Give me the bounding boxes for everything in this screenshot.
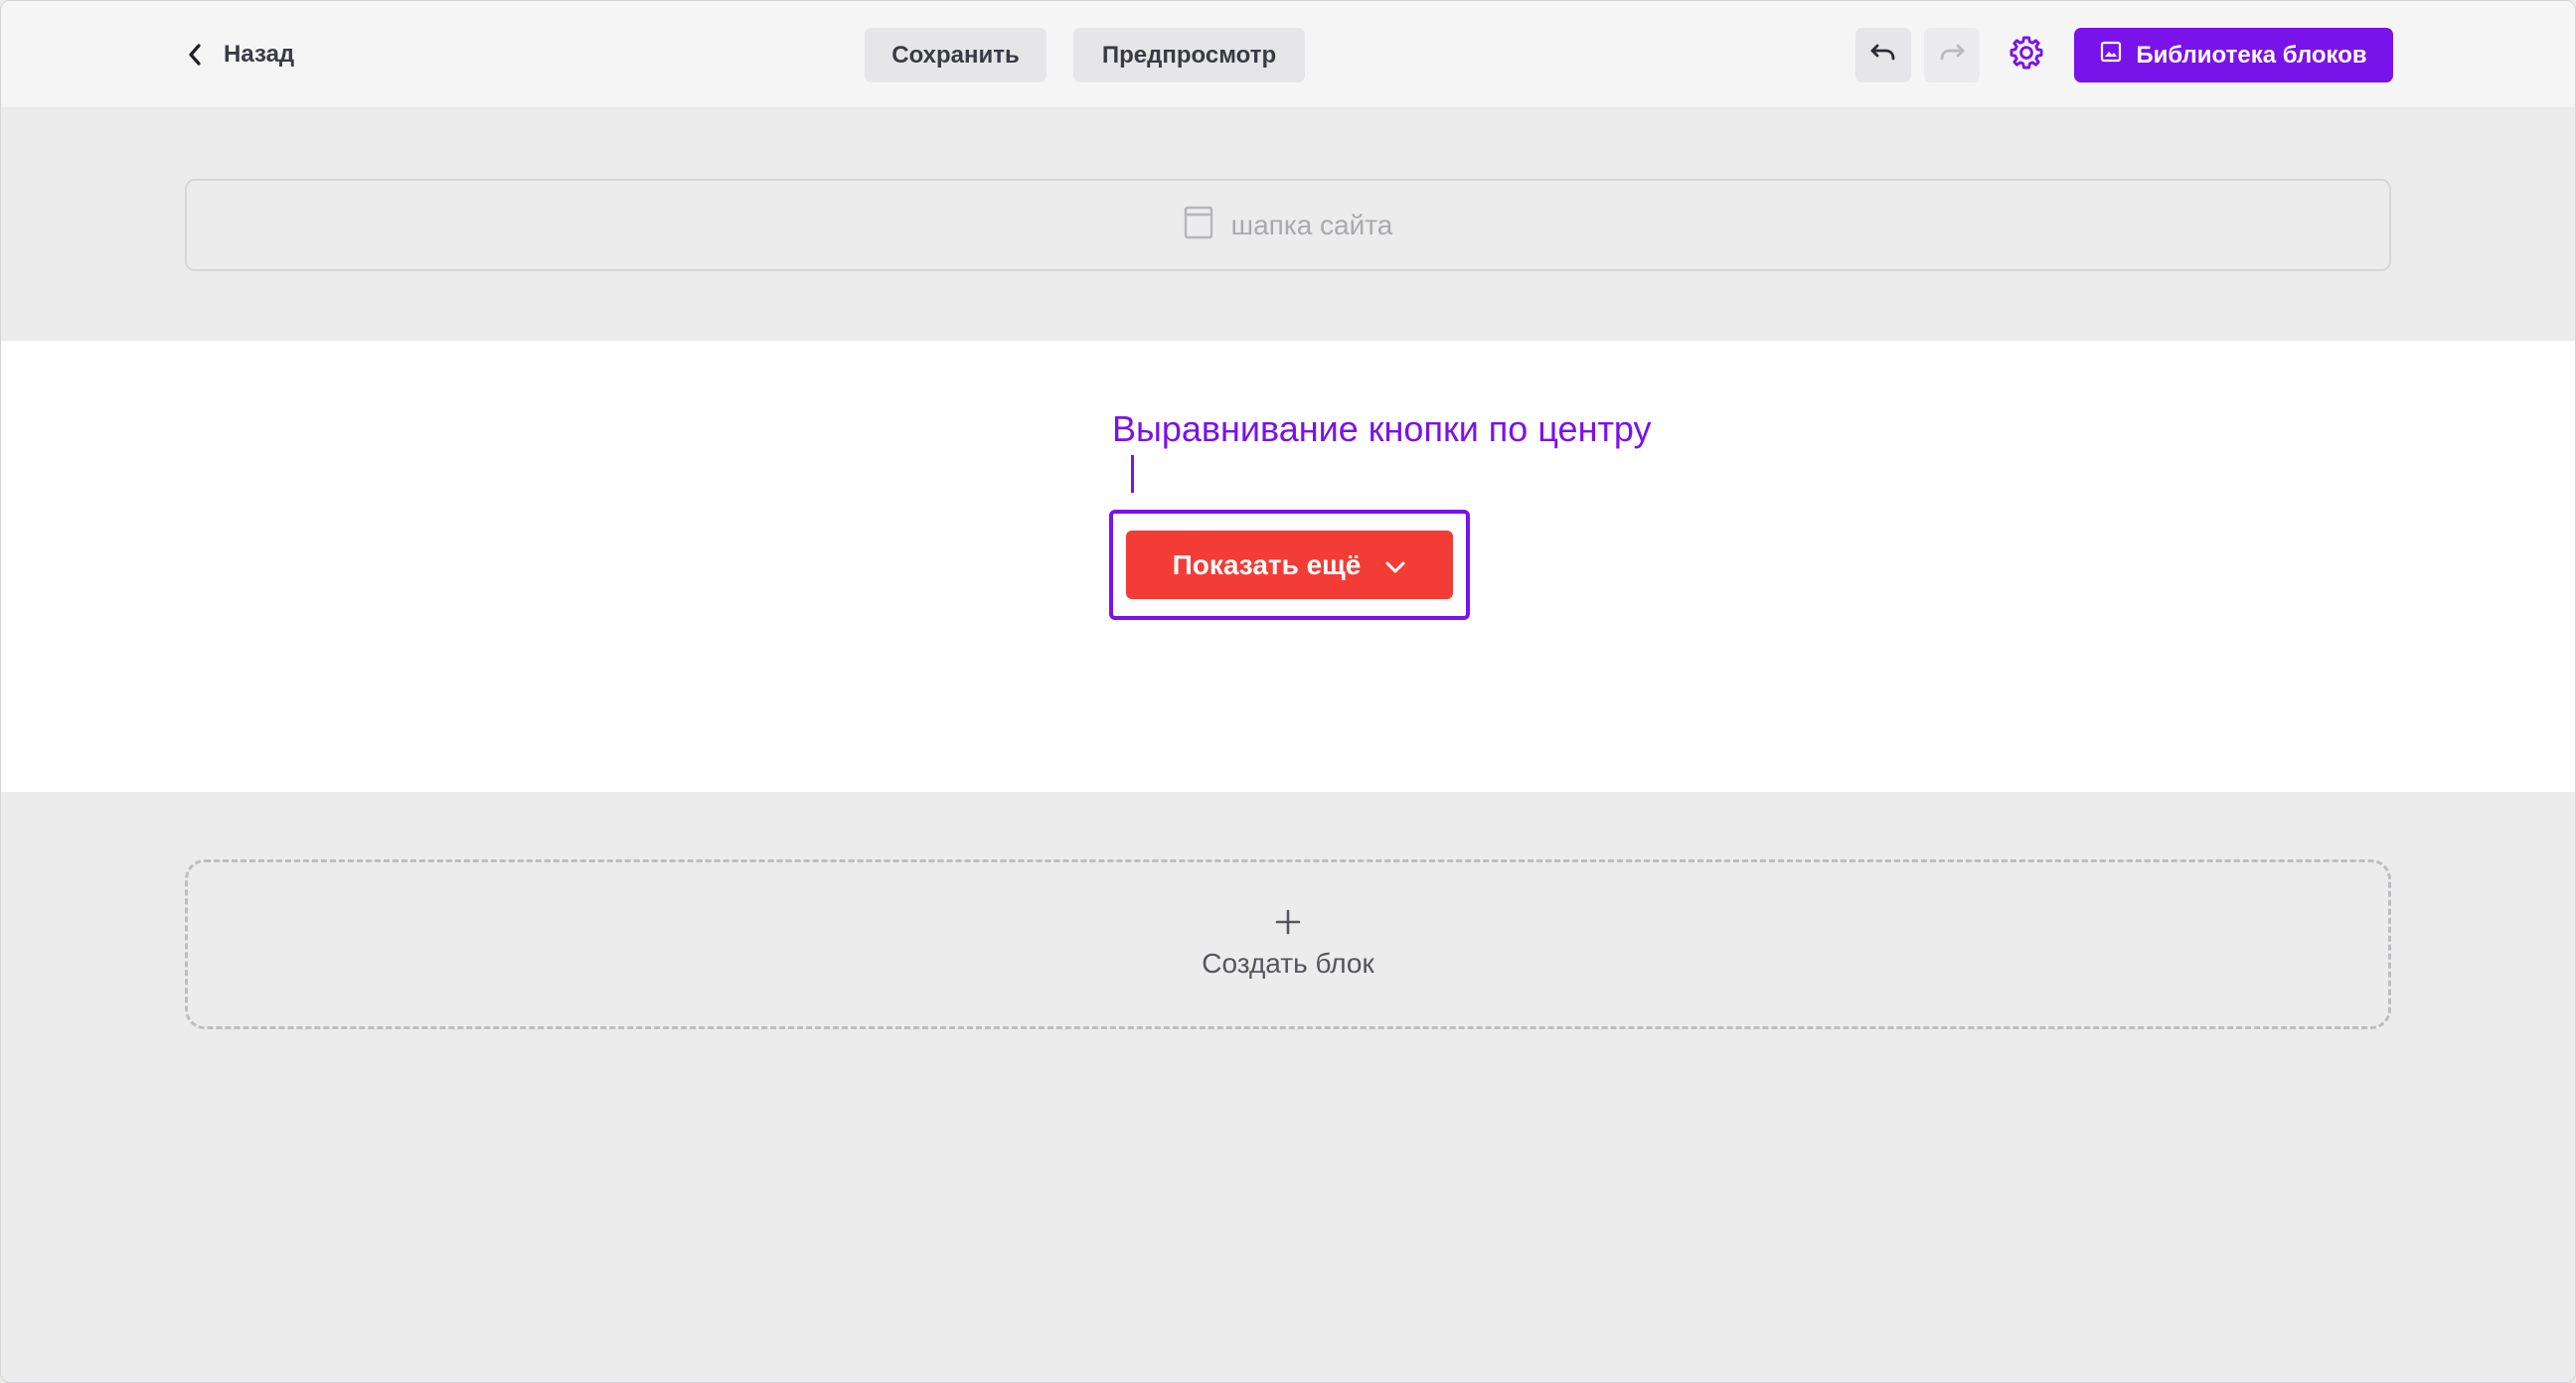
header-zone: шапка сайта: [1, 108, 2575, 341]
back-label: Назад: [224, 41, 295, 68]
block-library-button[interactable]: Библиотека блоков: [2074, 28, 2393, 82]
create-block-button[interactable]: Создать блок: [185, 859, 2391, 1029]
redo-icon: [1938, 42, 1966, 69]
gear-icon: [2008, 34, 2045, 77]
show-more-button[interactable]: Показать ещё: [1126, 531, 1453, 599]
undo-icon: [1869, 42, 1897, 69]
create-block-label: Создать блок: [1202, 948, 1374, 979]
hint-connector-line: [1131, 455, 1134, 493]
save-button[interactable]: Сохранить: [865, 28, 1046, 82]
back-button[interactable]: Назад: [188, 27, 294, 82]
site-header-placeholder[interactable]: шапка сайта: [185, 179, 2391, 271]
settings-button[interactable]: [2002, 28, 2051, 82]
redo-button[interactable]: [1924, 28, 1980, 82]
show-more-label: Показать ещё: [1172, 548, 1362, 580]
selection-frame: Показать ещё: [1109, 510, 1470, 620]
chevron-down-icon: [1384, 549, 1406, 581]
top-toolbar: Назад Сохранить Предпросмотр Библиотека …: [1, 1, 2575, 108]
undo-button[interactable]: [1855, 28, 1911, 82]
page-icon: [1184, 206, 1213, 244]
preview-button[interactable]: Предпросмотр: [1073, 28, 1305, 82]
block-library-label: Библиотека блоков: [2136, 41, 2367, 69]
image-icon: [2100, 41, 2122, 70]
alignment-hint: Выравнивание кнопки по центру: [1112, 408, 1652, 449]
site-header-label: шапка сайта: [1230, 209, 1393, 240]
content-block[interactable]: Выравнивание кнопки по центру Показать е…: [1, 341, 2575, 792]
editor-window: Назад Сохранить Предпросмотр Библиотека …: [0, 0, 2576, 1383]
plus-icon: [1275, 909, 1301, 940]
chevron-left-icon: [188, 43, 202, 67]
